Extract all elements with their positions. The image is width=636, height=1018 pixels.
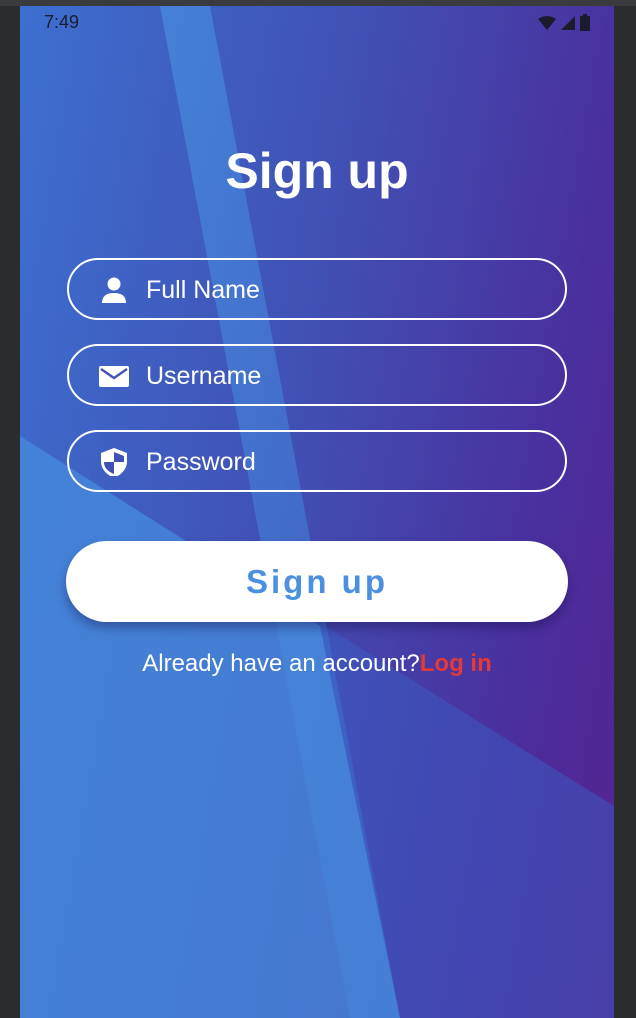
login-link[interactable]: Log in <box>420 650 492 677</box>
person-icon <box>102 277 126 303</box>
wifi-icon <box>538 15 556 30</box>
username-field[interactable]: Username <box>67 344 567 406</box>
password-placeholder: Password <box>146 448 256 476</box>
username-placeholder: Username <box>146 362 262 390</box>
signal-icon <box>561 15 575 30</box>
phone-screen: 7:49 Sign up Full Name Username Password… <box>20 6 614 1018</box>
login-prompt: Already have an account?Log in <box>20 650 614 678</box>
status-bar: 7:49 <box>20 6 614 40</box>
shield-icon <box>101 448 127 476</box>
status-icons <box>538 14 590 31</box>
login-prompt-text: Already have an account? <box>142 650 420 677</box>
status-time: 7:49 <box>44 12 80 32</box>
sign-up-button[interactable]: Sign up <box>66 541 568 622</box>
full-name-field[interactable]: Full Name <box>67 258 567 320</box>
full-name-placeholder: Full Name <box>146 276 260 304</box>
page-title: Sign up <box>225 143 409 199</box>
sign-up-button-label: Sign up <box>246 562 388 600</box>
battery-icon <box>580 14 590 31</box>
password-field[interactable]: Password <box>67 430 567 492</box>
mail-icon <box>99 366 129 387</box>
